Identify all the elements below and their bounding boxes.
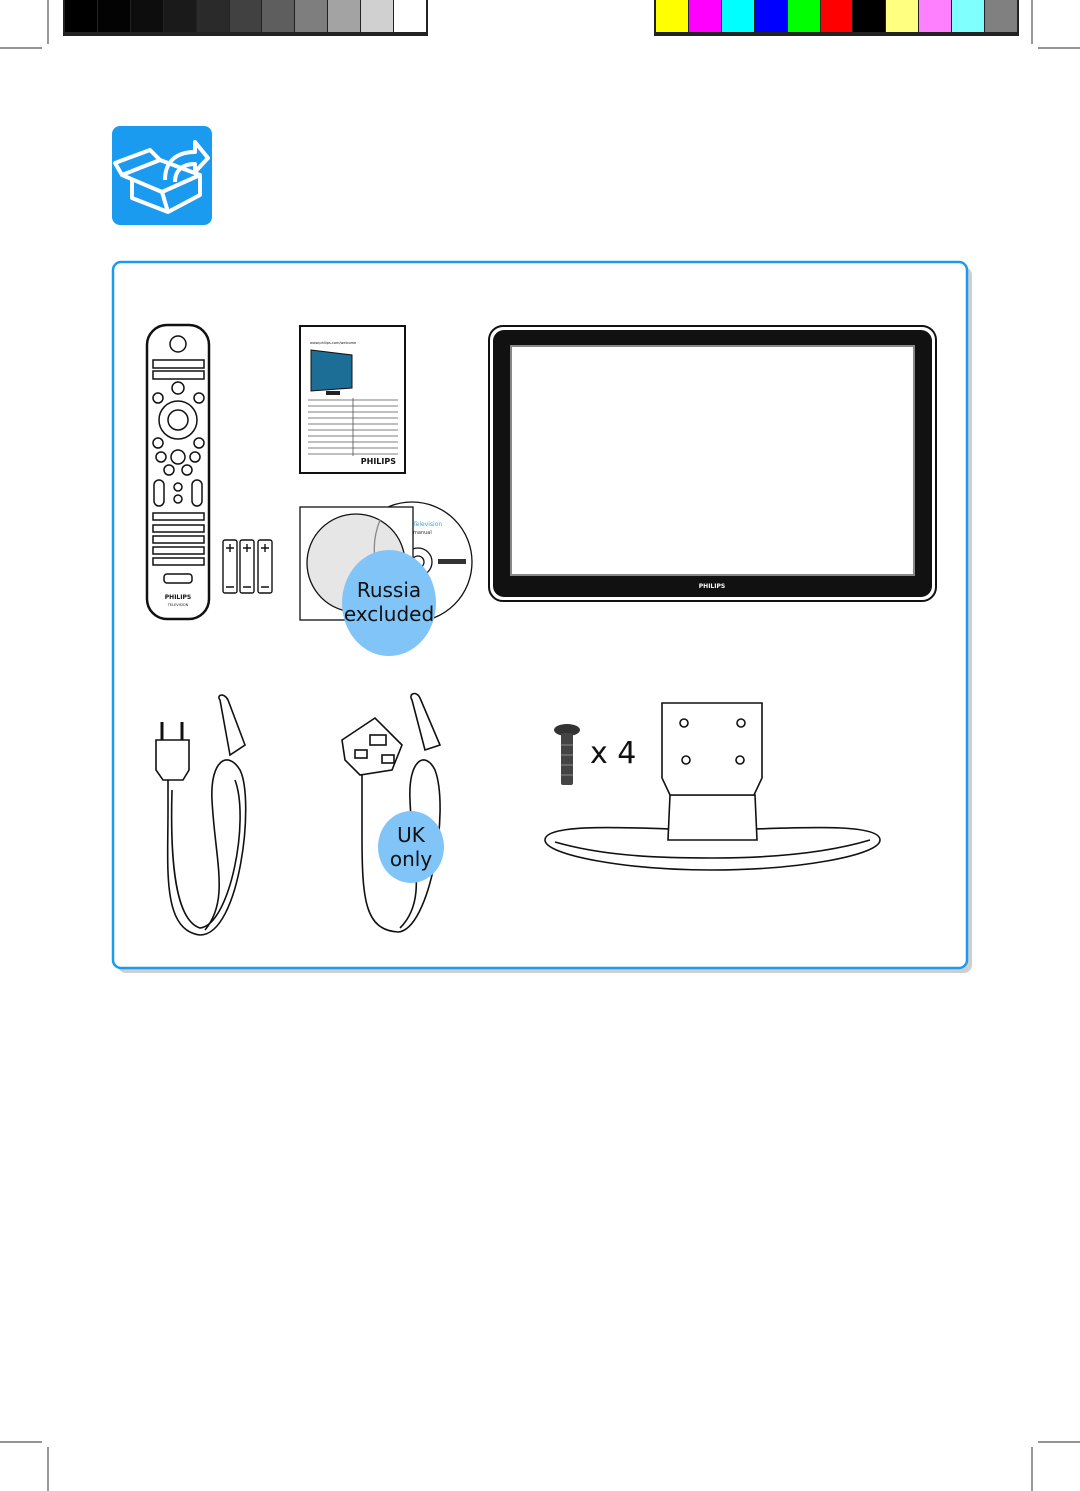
uk-only-badge: UK only bbox=[378, 811, 444, 883]
badge-line2: excluded bbox=[344, 602, 434, 626]
box-contents-icon bbox=[112, 126, 212, 225]
user-manual bbox=[299, 325, 406, 474]
page-illustration: PHILIPS TELEVISION www.philips.com/welco… bbox=[0, 0, 1080, 1491]
badge-line1: Russia bbox=[357, 578, 421, 602]
manual-brand: PHILIPS bbox=[361, 457, 396, 466]
remote-brand: PHILIPS bbox=[165, 594, 191, 601]
manual-url: www.philips.com/welcome bbox=[310, 341, 356, 345]
television bbox=[488, 325, 937, 602]
cd-title: Television bbox=[412, 521, 442, 528]
remote-sub: TELEVISION bbox=[167, 603, 189, 607]
cd-subtitle: manual bbox=[413, 530, 432, 536]
badge-line2: only bbox=[390, 847, 432, 871]
screw-count: x 4 bbox=[590, 736, 636, 771]
tv-brand: PHILIPS bbox=[699, 583, 725, 590]
badge-line1: UK bbox=[397, 823, 426, 847]
russia-excluded-badge: Russia excluded bbox=[342, 550, 436, 656]
